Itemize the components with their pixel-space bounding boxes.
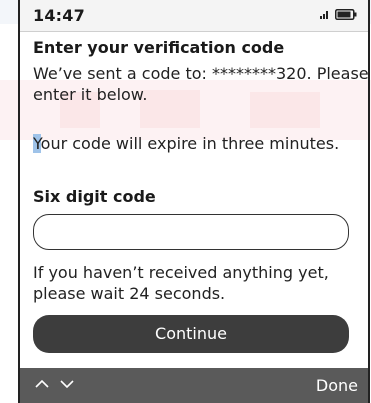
battery-icon <box>335 9 357 20</box>
resend-wait-note: If you haven’t received anything yet, pl… <box>33 263 329 303</box>
status-time: 14:47 <box>33 6 85 25</box>
continue-button[interactable]: Continue <box>33 315 349 353</box>
six-digit-code-input[interactable] <box>33 214 349 250</box>
text-cursor-highlight: Y <box>33 134 41 153</box>
chevron-up-icon[interactable] <box>35 379 49 389</box>
expiry-message: Your code will expire in three minutes. <box>33 133 371 154</box>
keyboard-accessory-bar: Done <box>20 368 368 403</box>
signal-icon <box>320 11 328 19</box>
expiry-message-text: our code will expire in three minutes. <box>40 134 340 153</box>
chevron-down-icon[interactable] <box>60 379 74 389</box>
code-sent-message: We’ve sent a code to: ********320. Pleas… <box>33 64 369 104</box>
page-title: Enter your verification code <box>33 38 285 57</box>
done-button[interactable]: Done <box>316 376 358 395</box>
code-field-label: Six digit code <box>33 187 156 206</box>
status-bar: 14:47 <box>20 0 368 32</box>
